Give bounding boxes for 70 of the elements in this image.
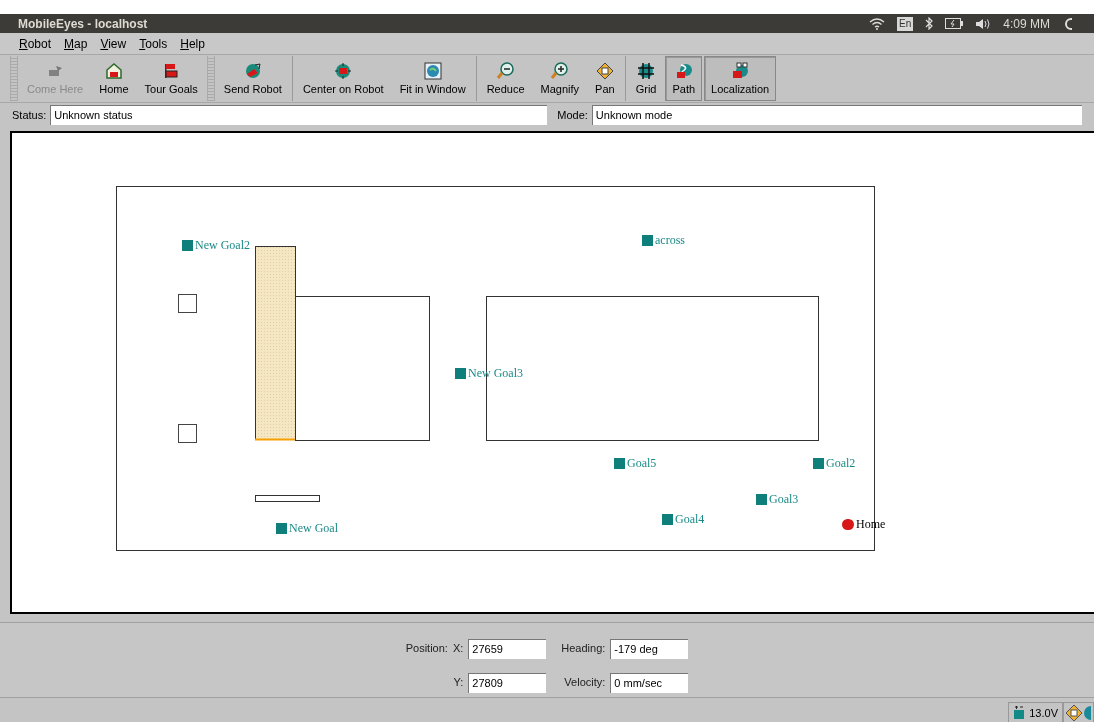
menu-item[interactable]: Map bbox=[64, 34, 88, 53]
goal-label: New Goal2 bbox=[195, 239, 250, 251]
velocity-field[interactable]: 0 mm/sec bbox=[610, 672, 689, 693]
heading-field[interactable]: -179 deg bbox=[610, 638, 689, 659]
velocity-label: Velocity: bbox=[563, 675, 606, 691]
localization-icon bbox=[731, 61, 750, 80]
volume-icon[interactable] bbox=[975, 17, 992, 30]
flag-robot-icon bbox=[162, 61, 181, 80]
menu-item[interactable]: Robot bbox=[19, 34, 52, 53]
menu-item[interactable]: View bbox=[100, 34, 127, 53]
toolbar-button[interactable]: Fit in Window bbox=[392, 56, 473, 101]
goal-label: New Goal bbox=[289, 522, 338, 534]
grid-icon bbox=[637, 61, 656, 80]
y-field[interactable]: 27809 bbox=[468, 672, 547, 693]
x-field[interactable]: 27659 bbox=[468, 638, 547, 659]
toolbar-button[interactable]: Path bbox=[665, 56, 703, 101]
goal-label: across bbox=[655, 234, 685, 246]
mode-field: Unknown mode bbox=[591, 105, 1082, 125]
x-label: X: bbox=[452, 641, 464, 657]
wifi-icon[interactable] bbox=[869, 17, 886, 30]
pan-icon bbox=[1066, 705, 1082, 721]
pan-icon bbox=[595, 61, 614, 80]
bluetooth-icon[interactable] bbox=[925, 17, 934, 30]
mode-label: Mode: bbox=[557, 107, 588, 123]
clock[interactable]: 4:09 MM bbox=[1003, 14, 1050, 33]
window-title: MobileEyes - localhost bbox=[18, 15, 148, 33]
toolbar-button[interactable]: Reduce bbox=[479, 56, 532, 101]
path-icon bbox=[674, 61, 693, 80]
goal-marker[interactable] bbox=[642, 234, 653, 246]
toolbar-button[interactable]: Home bbox=[92, 56, 136, 101]
goal-marker[interactable] bbox=[455, 367, 466, 379]
obstacle bbox=[178, 294, 197, 313]
toolbar-button[interactable]: Pan bbox=[588, 56, 622, 101]
goal-marker[interactable] bbox=[813, 457, 824, 469]
globe-frame-icon bbox=[423, 61, 442, 80]
battery-icon bbox=[1013, 706, 1026, 720]
goal-label: Goal3 bbox=[769, 493, 799, 505]
goal-marker[interactable] bbox=[756, 493, 767, 505]
battery-icon[interactable] bbox=[945, 18, 964, 29]
goal-label: Goal4 bbox=[675, 513, 705, 525]
obstacle bbox=[178, 424, 197, 443]
position-label: Position: bbox=[405, 641, 448, 657]
goal-marker[interactable] bbox=[614, 457, 625, 469]
wall bbox=[255, 495, 320, 502]
toolbar-grip[interactable] bbox=[206, 56, 215, 101]
zoom-in-icon bbox=[550, 61, 569, 80]
menu-item[interactable]: Help bbox=[180, 34, 205, 53]
toolbar-button[interactable]: Localization bbox=[704, 56, 777, 101]
status-field: Unknown status bbox=[50, 105, 548, 125]
menu-item[interactable]: Tools bbox=[139, 34, 168, 53]
toolbar-button[interactable]: Tour Goals bbox=[137, 56, 205, 101]
toolbar-button[interactable]: Grid bbox=[628, 56, 664, 101]
goal-label: Goal2 bbox=[826, 457, 856, 469]
battery-voltage: 13.0V bbox=[1029, 705, 1058, 721]
zoom-out-icon bbox=[496, 61, 515, 80]
toolbar-grip[interactable] bbox=[10, 56, 18, 101]
goal-marker[interactable] bbox=[276, 522, 287, 534]
home-marker[interactable] bbox=[842, 518, 854, 530]
toolbar-button[interactable]: Send Robot bbox=[216, 56, 289, 101]
status-label: Status: bbox=[12, 107, 47, 123]
house-icon bbox=[104, 61, 123, 80]
target-icon bbox=[334, 61, 353, 80]
keyboard-layout-indicator[interactable]: En bbox=[897, 16, 914, 31]
goal-label: Goal5 bbox=[627, 457, 657, 469]
goal-marker[interactable] bbox=[182, 239, 193, 251]
heading-label: Heading: bbox=[561, 641, 606, 657]
toolbar-button[interactable]: Magnify bbox=[533, 56, 587, 101]
toolbar-button[interactable]: Center on Robot bbox=[295, 56, 391, 101]
goal-marker[interactable] bbox=[662, 513, 673, 525]
y-label: Y: bbox=[452, 675, 464, 691]
